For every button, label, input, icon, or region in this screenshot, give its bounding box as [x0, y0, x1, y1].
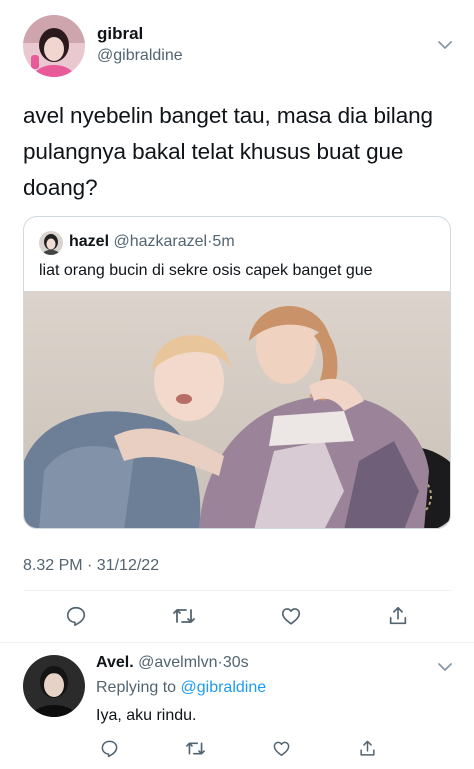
reply-author-handle[interactable]: @avelmlvn [138, 654, 217, 671]
heart-icon[interactable] [276, 601, 306, 631]
replying-to-label: Replying to [96, 679, 177, 696]
reply-header: Avel. @avelmlvn·30s [96, 654, 249, 672]
retweet-icon[interactable] [169, 601, 199, 631]
quoted-tweet-text: liat orang bucin di sekre osis capek ban… [39, 262, 373, 279]
share-icon[interactable] [383, 601, 413, 631]
reply-time[interactable]: 30s [223, 654, 249, 671]
replying-to-mention[interactable]: @gibraldine [181, 679, 267, 696]
tweet-timestamp[interactable]: 8.32 PM · 31/12/22 [23, 557, 159, 575]
quoted-tweet-header: hazel @hazkarazel·5m [69, 233, 235, 251]
quoted-tweet-time: 5m [212, 233, 235, 250]
tweet-action-bar [23, 601, 451, 631]
quoted-tweet-card[interactable]: hazel @hazkarazel·5m liat orang bucin di… [23, 216, 451, 529]
quoted-author-avatar [39, 231, 63, 255]
author-name[interactable]: gibral [97, 24, 143, 44]
quoted-author-name: hazel [69, 233, 110, 250]
reply-author-name[interactable]: Avel. [96, 654, 134, 671]
quoted-author-handle: @hazkarazel [113, 233, 208, 250]
heart-icon[interactable] [268, 735, 294, 761]
comment-icon[interactable] [96, 735, 122, 761]
reply-text: Iya, aku rindu. [96, 707, 197, 724]
divider [0, 642, 474, 643]
author-avatar[interactable] [23, 15, 85, 77]
reply-action-bar [96, 735, 386, 761]
replying-to-line: Replying to @gibraldine [96, 679, 266, 697]
chevron-down-icon[interactable] [436, 658, 454, 676]
chevron-down-icon[interactable] [436, 36, 454, 54]
quoted-tweet-photo[interactable] [24, 291, 450, 528]
comment-icon[interactable] [61, 601, 91, 631]
reply-author-avatar[interactable] [23, 655, 85, 717]
tweet-text: avel nyebelin banget tau, masa dia bilan… [23, 103, 433, 200]
share-icon[interactable] [354, 735, 380, 761]
retweet-icon[interactable] [182, 735, 208, 761]
divider [23, 590, 451, 591]
author-handle[interactable]: @gibraldine [97, 47, 183, 65]
